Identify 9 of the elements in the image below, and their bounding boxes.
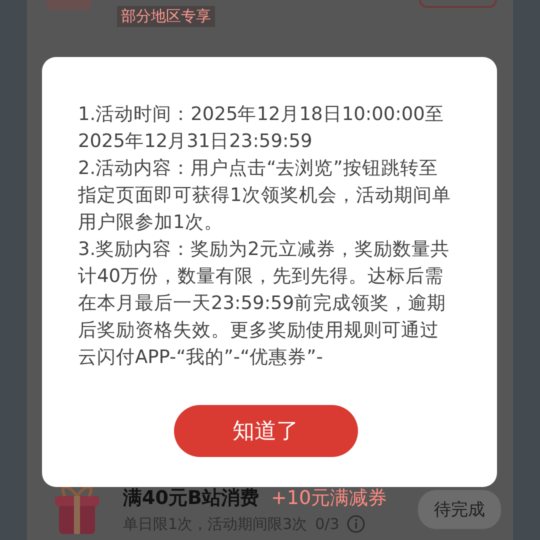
- pending-button[interactable]: 待完成: [418, 490, 501, 528]
- reward-text: +10元满减券: [270, 486, 388, 510]
- task-title: 满40元B站消费: [123, 486, 259, 510]
- rule-paragraph: 1.活动时间：2025年12月18日10:00:00至2025年12月31日23:59:59: [78, 103, 445, 154]
- region-tag: 部分地区专享: [117, 6, 215, 27]
- rule-paragraph: 2.活动内容：用户点击“去浏览”按钮跳转至指定页面即可获得1次领奖机会，活动期间单用户限参加1次。: [78, 157, 452, 235]
- info-icon[interactable]: [347, 515, 366, 533]
- rule-paragraph: 3.奖励内容：奖励为2元立减券，奖励数量共计40万份，数量有限，先到先得。达标后需在本月最后一天23:59:59前完成领奖，逾期后奖励资格失效。更多奖励使用规则可通过云闪付APP-“我的”-“优惠券”-: [78, 238, 450, 370]
- ok-button[interactable]: 知道了: [174, 405, 358, 457]
